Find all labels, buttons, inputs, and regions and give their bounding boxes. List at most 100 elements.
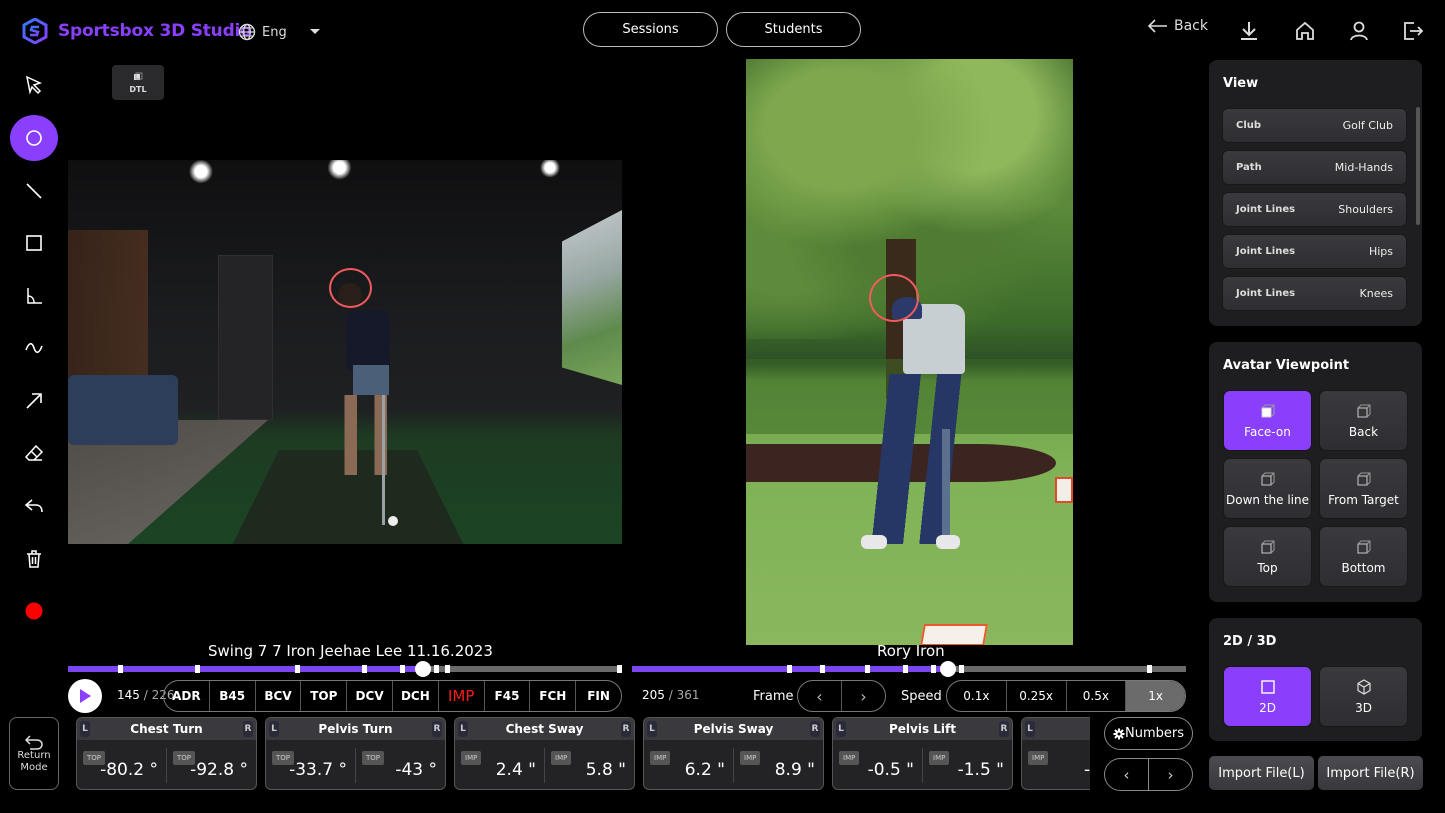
phase-b45-button[interactable]: B45 (208, 681, 255, 711)
viewpoint-down-the-line-button[interactable]: Down the line (1223, 458, 1312, 519)
timeline-phase-marker[interactable] (820, 665, 826, 673)
tool-delete[interactable] (10, 536, 58, 582)
golfer-legs (340, 395, 396, 475)
timeline-phase-marker[interactable] (195, 665, 201, 673)
metric-card[interactable]: L Chest Sway R IMP 2.4 " IMP 5.8 " (454, 717, 635, 790)
metric-card-title: Pelvis Turn (318, 722, 393, 736)
phase-adr-button[interactable]: ADR (164, 681, 209, 711)
import-file-left-button[interactable]: Import File(L) (1209, 756, 1314, 790)
timeline-playhead[interactable] (939, 661, 956, 677)
phase-dch-button[interactable]: DCH (391, 681, 438, 711)
timeline-playhead[interactable] (414, 661, 431, 677)
phase-tag: IMP (929, 751, 950, 765)
next-frame-button[interactable]: › (841, 681, 885, 711)
timeline-phase-marker[interactable] (617, 665, 622, 673)
tool-record[interactable] (10, 588, 58, 634)
back-button[interactable]: Back (1148, 18, 1208, 34)
phase-fch-button[interactable]: FCH (529, 681, 575, 711)
numbers-settings-button[interactable]: Numbers (1104, 717, 1193, 750)
left-timeline-scrubber[interactable] (68, 661, 622, 677)
phase-f45-button[interactable]: F45 (483, 681, 530, 711)
viewpoint-bottom-button[interactable]: Bottom (1319, 526, 1408, 587)
side-left-badge: L (836, 721, 846, 737)
metric-left-value-group: IMP 6.2 " (644, 740, 733, 789)
home-icon[interactable] (1294, 20, 1316, 42)
timeline-phase-marker[interactable] (864, 665, 870, 673)
right-timeline-scrubber[interactable] (632, 661, 1186, 677)
speed-option-button[interactable]: 0.1x (947, 681, 1006, 711)
timeline-phase-marker[interactable] (958, 665, 964, 673)
phase-dcv-button[interactable]: DCV (346, 681, 392, 711)
tool-eraser[interactable] (10, 430, 58, 476)
metric-card[interactable]: L Pelvis Lift R IMP -0.5 " IMP -1.5 " (832, 717, 1013, 790)
left-video-player[interactable] (68, 160, 622, 544)
cards-next-button[interactable]: › (1148, 759, 1192, 790)
view-option-row[interactable]: Joint Lines Hips (1222, 234, 1407, 269)
tool-circle[interactable] (10, 115, 58, 161)
viewpoint-from-target-button[interactable]: From Target (1319, 458, 1408, 519)
tool-angle[interactable] (10, 273, 58, 319)
viewpoint-back-button[interactable]: Back (1319, 390, 1408, 451)
tool-select[interactable] (10, 62, 58, 108)
view-option-row[interactable]: Club Golf Club (1222, 108, 1407, 143)
view-panel-scrollbar[interactable] (1416, 107, 1420, 225)
import-file-right-button[interactable]: Import File(R) (1318, 756, 1423, 790)
view-option-row[interactable]: Joint Lines Knees (1222, 276, 1407, 311)
mode-2d-button[interactable]: 2D (1223, 666, 1312, 727)
metric-value-right: -1.5 " (957, 760, 1004, 780)
user-icon[interactable] (1348, 20, 1370, 42)
view-option-row[interactable]: Joint Lines Shoulders (1222, 192, 1407, 227)
logout-icon[interactable] (1402, 20, 1424, 42)
phase-fin-button[interactable]: FIN (575, 681, 621, 711)
language-selector[interactable]: Eng (238, 23, 287, 41)
metric-card-body: IMP 2.4 " IMP 5.8 " (455, 740, 634, 789)
tool-arrow[interactable] (10, 378, 58, 424)
timeline-phase-marker[interactable] (361, 665, 367, 673)
phase-top-button[interactable]: TOP (300, 681, 346, 711)
metric-card[interactable]: L Pelvis Turn R TOP -33.7 ° TOP -43 ° (265, 717, 446, 790)
metric-card[interactable]: LC IMP -0.2 (1021, 717, 1090, 790)
timeline-phase-marker[interactable] (400, 665, 406, 673)
right-video-player[interactable] (746, 59, 1073, 645)
play-button[interactable] (68, 679, 102, 713)
arrow-left-icon (1148, 19, 1167, 33)
nav-students-button[interactable]: Students (726, 12, 861, 47)
tool-curve[interactable] (10, 325, 58, 371)
timeline-phase-marker[interactable] (787, 665, 793, 673)
timeline-phase-marker[interactable] (444, 665, 450, 673)
mode-3d-button[interactable]: 3D (1319, 666, 1408, 727)
tool-undo[interactable] (10, 483, 58, 529)
viewpoint-face-on-button[interactable]: Face-on (1223, 390, 1312, 451)
tool-line[interactable] (10, 168, 58, 214)
viewpoint-label: Down the line (1226, 492, 1309, 507)
phase-bcv-button[interactable]: BCV (254, 681, 301, 711)
return-mode-button[interactable]: Return Mode (9, 717, 59, 790)
timeline-phase-marker[interactable] (295, 665, 301, 673)
metric-card-body: IMP 6.2 " IMP 8.9 " (644, 740, 823, 789)
view-option-key: Path (1236, 162, 1262, 173)
speed-option-button[interactable]: 1x (1125, 681, 1185, 711)
cards-prev-button[interactable]: ‹ (1105, 759, 1148, 790)
speed-option-button[interactable]: 0.25x (1005, 681, 1066, 711)
tool-rectangle[interactable] (10, 220, 58, 266)
nav-sessions-button[interactable]: Sessions (583, 12, 718, 47)
timeline-phase-marker[interactable] (931, 665, 937, 673)
timeline-phase-marker[interactable] (433, 665, 439, 673)
metric-card[interactable]: L Pelvis Sway R IMP 6.2 " IMP 8.9 " (643, 717, 824, 790)
previous-frame-button[interactable]: ‹ (798, 681, 841, 711)
camera-view-dtl-button[interactable]: DTL (112, 65, 164, 100)
download-icon[interactable] (1238, 20, 1260, 42)
phase-imp-button[interactable]: IMP (437, 681, 484, 711)
metric-card-title: Pelvis Lift (888, 722, 957, 736)
phase-tag: TOP (362, 751, 385, 765)
curve-icon (25, 342, 43, 354)
timeline-phase-marker[interactable] (117, 665, 123, 673)
chevron-down-icon[interactable] (310, 29, 320, 34)
metric-card[interactable]: L Chest Turn R TOP -80.2 ° TOP -92.8 ° (76, 717, 257, 790)
viewpoint-top-button[interactable]: Top (1223, 526, 1312, 587)
angle-icon (27, 288, 42, 304)
view-option-row[interactable]: Path Mid-Hands (1222, 150, 1407, 185)
speed-option-button[interactable]: 0.5x (1065, 681, 1126, 711)
timeline-phase-marker[interactable] (903, 665, 909, 673)
timeline-phase-marker[interactable] (1147, 665, 1153, 673)
